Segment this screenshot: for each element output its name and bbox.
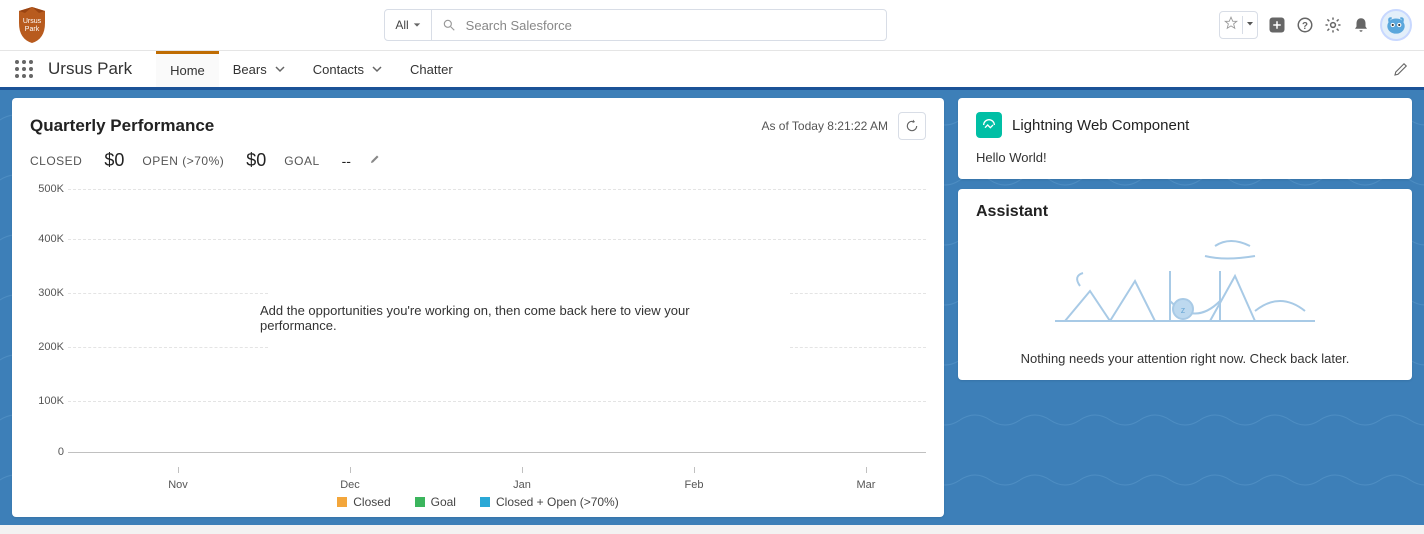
svg-text:?: ?: [1302, 21, 1308, 32]
tab-label: Bears: [233, 62, 267, 77]
refresh-icon: [905, 119, 919, 133]
custom-component-icon: [976, 112, 1002, 138]
goal-label: GOAL: [284, 154, 319, 168]
search-icon: [442, 18, 456, 32]
gridline: [68, 239, 926, 240]
favorites-dropdown[interactable]: [1242, 16, 1257, 34]
legend-label: Goal: [431, 495, 456, 509]
app-logo: UrsusPark: [12, 5, 52, 45]
legend-label: Closed + Open (>70%): [496, 495, 619, 509]
y-tick: 300K: [30, 287, 64, 299]
app-name: Ursus Park: [48, 59, 132, 79]
help-icon[interactable]: ?: [1296, 16, 1314, 34]
lwc-title: Lightning Web Component: [1012, 117, 1189, 134]
performance-chart: 500K 400K 300K 200K 100K 0 Nov Dec Ja: [30, 183, 926, 503]
open-value: $0: [246, 150, 266, 171]
legend-item: Closed: [337, 495, 390, 509]
gridline: [790, 347, 926, 348]
swatch-icon: [337, 497, 347, 507]
assistant-illustration: z: [976, 231, 1394, 341]
axis-tick: [694, 467, 695, 473]
global-header: UrsusPark All ?: [0, 0, 1424, 50]
tab-contacts[interactable]: Contacts: [299, 51, 396, 87]
tab-label: Contacts: [313, 62, 364, 77]
chevron-down-icon[interactable]: [372, 64, 382, 74]
x-tick: Jan: [502, 479, 542, 491]
gridline: [68, 347, 268, 348]
x-tick: Nov: [158, 479, 198, 491]
tab-label: Chatter: [410, 62, 453, 77]
header-actions: ?: [1219, 9, 1412, 41]
x-tick: Feb: [674, 479, 714, 491]
legend-item: Closed + Open (>70%): [480, 495, 619, 509]
goal-value: --: [342, 153, 351, 169]
avatar[interactable]: [1380, 9, 1412, 41]
bell-icon[interactable]: [1352, 16, 1370, 34]
tab-chatter[interactable]: Chatter: [396, 51, 467, 87]
search-scope-dropdown[interactable]: All: [385, 10, 431, 40]
legend-item: Goal: [415, 495, 456, 509]
open-label: OPEN (>70%): [142, 154, 224, 168]
pencil-icon: [369, 153, 381, 165]
swatch-icon: [415, 497, 425, 507]
closed-label: CLOSED: [30, 154, 82, 168]
as-of-text: As of Today 8:21:22 AM: [761, 119, 888, 133]
caret-down-icon: [413, 21, 421, 29]
y-tick: 100K: [30, 395, 64, 407]
lwc-body: Hello World!: [976, 150, 1394, 165]
search-input[interactable]: [466, 18, 886, 33]
svg-text:Ursus: Ursus: [23, 18, 42, 25]
refresh-button[interactable]: [898, 112, 926, 140]
nav-bar: Ursus Park Home Bears Contacts Chatter: [0, 50, 1424, 90]
y-tick: 500K: [30, 183, 64, 195]
app-launcher-icon[interactable]: [14, 59, 34, 79]
assistant-title: Assistant: [976, 203, 1394, 221]
page-content: Quarterly Performance As of Today 8:21:2…: [0, 90, 1424, 525]
axis-tick: [866, 467, 867, 473]
lwc-card: Lightning Web Component Hello World!: [958, 98, 1412, 179]
gridline: [68, 401, 926, 402]
gridline: [790, 293, 926, 294]
chart-legend: Closed Goal Closed + Open (>70%): [30, 495, 926, 509]
tab-bears[interactable]: Bears: [219, 51, 299, 87]
svg-text:z: z: [1181, 305, 1186, 315]
axis-tick: [350, 467, 351, 473]
tab-home[interactable]: Home: [156, 51, 219, 87]
stats-row: CLOSED $0 OPEN (>70%) $0 GOAL --: [30, 150, 926, 171]
y-tick: 0: [30, 446, 64, 458]
card-title: Quarterly Performance: [30, 116, 214, 136]
gear-icon[interactable]: [1324, 16, 1342, 34]
gridline: [68, 189, 926, 190]
svg-text:Park: Park: [25, 26, 40, 33]
assistant-card: Assistant: [958, 189, 1412, 380]
search-scope-label: All: [395, 18, 408, 32]
pencil-icon[interactable]: [1392, 60, 1410, 78]
favorites[interactable]: [1219, 11, 1258, 39]
star-icon[interactable]: [1220, 16, 1242, 35]
closed-value: $0: [104, 150, 124, 171]
axis-tick: [522, 467, 523, 473]
y-tick: 400K: [30, 233, 64, 245]
edit-goal-button[interactable]: [369, 153, 381, 168]
add-icon[interactable]: [1268, 16, 1286, 34]
legend-label: Closed: [353, 495, 390, 509]
axis-tick: [178, 467, 179, 473]
chevron-down-icon[interactable]: [275, 64, 285, 74]
x-tick: Mar: [846, 479, 886, 491]
gridline: [68, 293, 268, 294]
global-search: All: [384, 9, 886, 41]
tab-label: Home: [170, 63, 205, 78]
x-axis: [68, 452, 926, 453]
assistant-message: Nothing needs your attention right now. …: [976, 351, 1394, 366]
y-tick: 200K: [30, 341, 64, 353]
swatch-icon: [480, 497, 490, 507]
quarterly-performance-card: Quarterly Performance As of Today 8:21:2…: [12, 98, 944, 517]
x-tick: Dec: [330, 479, 370, 491]
chart-empty-message: Add the opportunities you're working on,…: [260, 303, 720, 333]
nav-items: Home Bears Contacts Chatter: [156, 51, 467, 87]
